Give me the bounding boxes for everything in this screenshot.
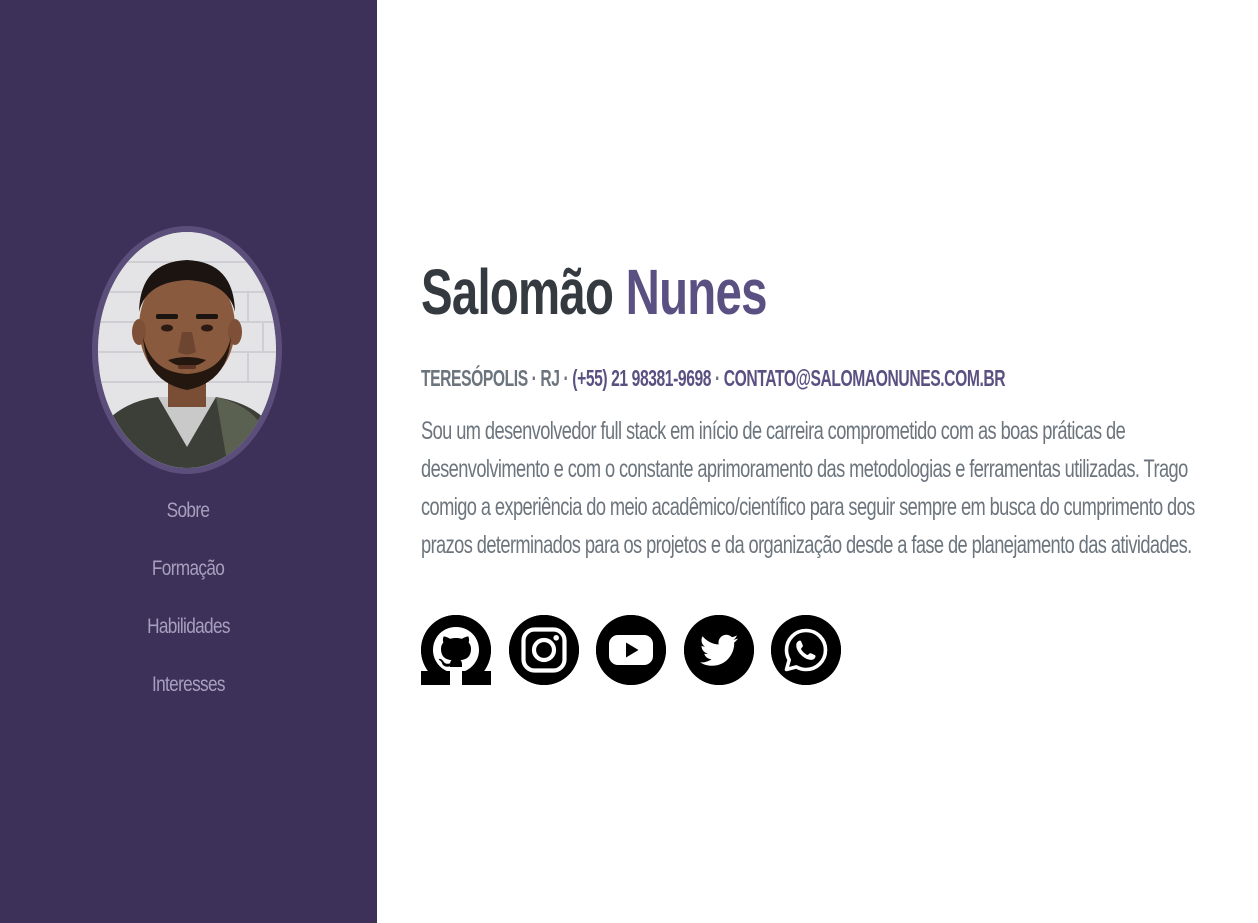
contact-line: Teresópolis · RJ · (+55) 21 98381-9698 ·… xyxy=(421,362,1006,394)
avatar-photo xyxy=(98,232,276,468)
avatar-frame xyxy=(92,226,282,474)
youtube-link[interactable] xyxy=(596,615,666,685)
location: Teresópolis · RJ · xyxy=(421,365,569,391)
last-name: Nunes xyxy=(625,256,768,328)
whatsapp-icon xyxy=(771,615,841,685)
nav-link-habilidades[interactable]: Habilidades xyxy=(147,608,230,646)
github-link[interactable] xyxy=(421,615,491,685)
sidebar-nav: Sobre Formação Habilidades Interesses xyxy=(0,492,377,724)
instagram-icon xyxy=(508,615,579,685)
nav-item-habilidades: Habilidades xyxy=(0,608,377,666)
social-links xyxy=(421,615,841,685)
nav-item-sobre: Sobre xyxy=(0,492,377,550)
avatar xyxy=(98,232,276,468)
page-title: Salomão Nunes xyxy=(421,252,767,332)
about-description: Sou um desenvolvedor full stack em iníci… xyxy=(421,417,1195,559)
youtube-icon xyxy=(596,615,666,685)
page: Sobre Formação Habilidades Interesses Sa… xyxy=(0,0,1258,923)
phone-link[interactable]: (+55) 21 98381-9698 xyxy=(572,365,711,391)
nav-link-interesses[interactable]: Interesses xyxy=(152,666,226,704)
nav-link-formacao[interactable]: Formação xyxy=(152,550,225,588)
github-icon xyxy=(421,615,491,685)
first-name: Salomão xyxy=(421,256,614,328)
email-link[interactable]: contato@salomaonunes.com.br xyxy=(724,365,1006,391)
twitter-link[interactable] xyxy=(683,615,754,685)
nav-item-formacao: Formação xyxy=(0,550,377,608)
whatsapp-link[interactable] xyxy=(771,615,841,685)
nav-link-sobre[interactable]: Sobre xyxy=(167,492,210,530)
sidebar: Sobre Formação Habilidades Interesses xyxy=(0,0,377,923)
instagram-link[interactable] xyxy=(508,615,579,685)
twitter-icon xyxy=(683,615,754,685)
contact-separator: · xyxy=(715,365,720,391)
nav-item-interesses: Interesses xyxy=(0,666,377,724)
